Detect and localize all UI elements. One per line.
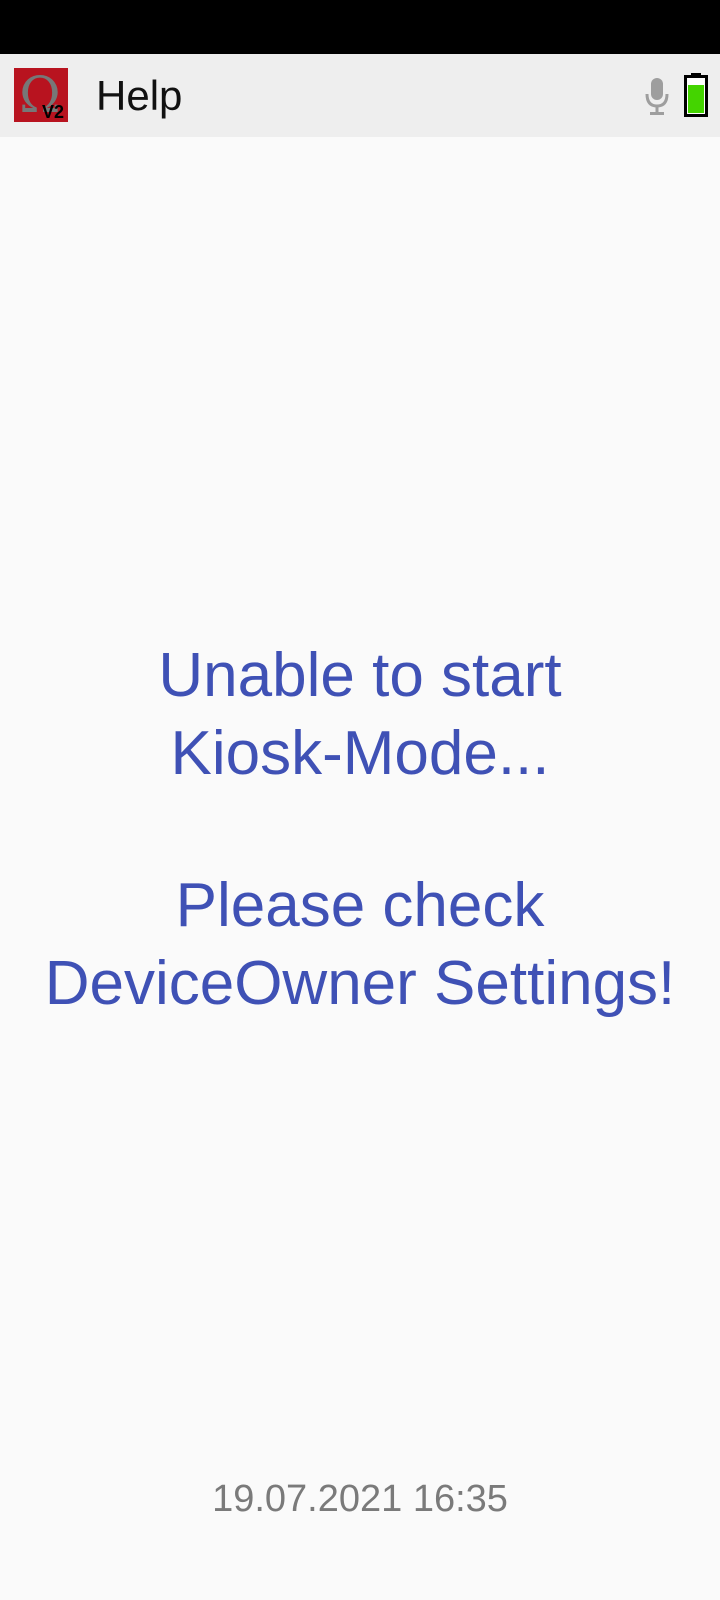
app-bar: Ω V2 Help	[0, 54, 720, 137]
main-content: Unable to start Kiosk-Mode... Please che…	[0, 137, 720, 1600]
battery-icon	[684, 73, 708, 117]
error-line-1: Unable to start	[158, 641, 562, 710]
page-title: Help	[96, 72, 183, 119]
error-message: Unable to start Kiosk-Mode... Please che…	[0, 637, 720, 1023]
error-line-2: Kiosk-Mode...	[170, 719, 550, 788]
omega-v2-logo: Ω V2	[14, 68, 68, 122]
microphone-icon	[645, 78, 669, 115]
error-line-4: DeviceOwner Settings!	[44, 949, 676, 1018]
logo-badge: V2	[42, 102, 64, 122]
status-bar	[0, 0, 720, 54]
timestamp: 19.07.2021 16:35	[212, 1478, 508, 1520]
error-line-3: Please check	[175, 871, 545, 940]
